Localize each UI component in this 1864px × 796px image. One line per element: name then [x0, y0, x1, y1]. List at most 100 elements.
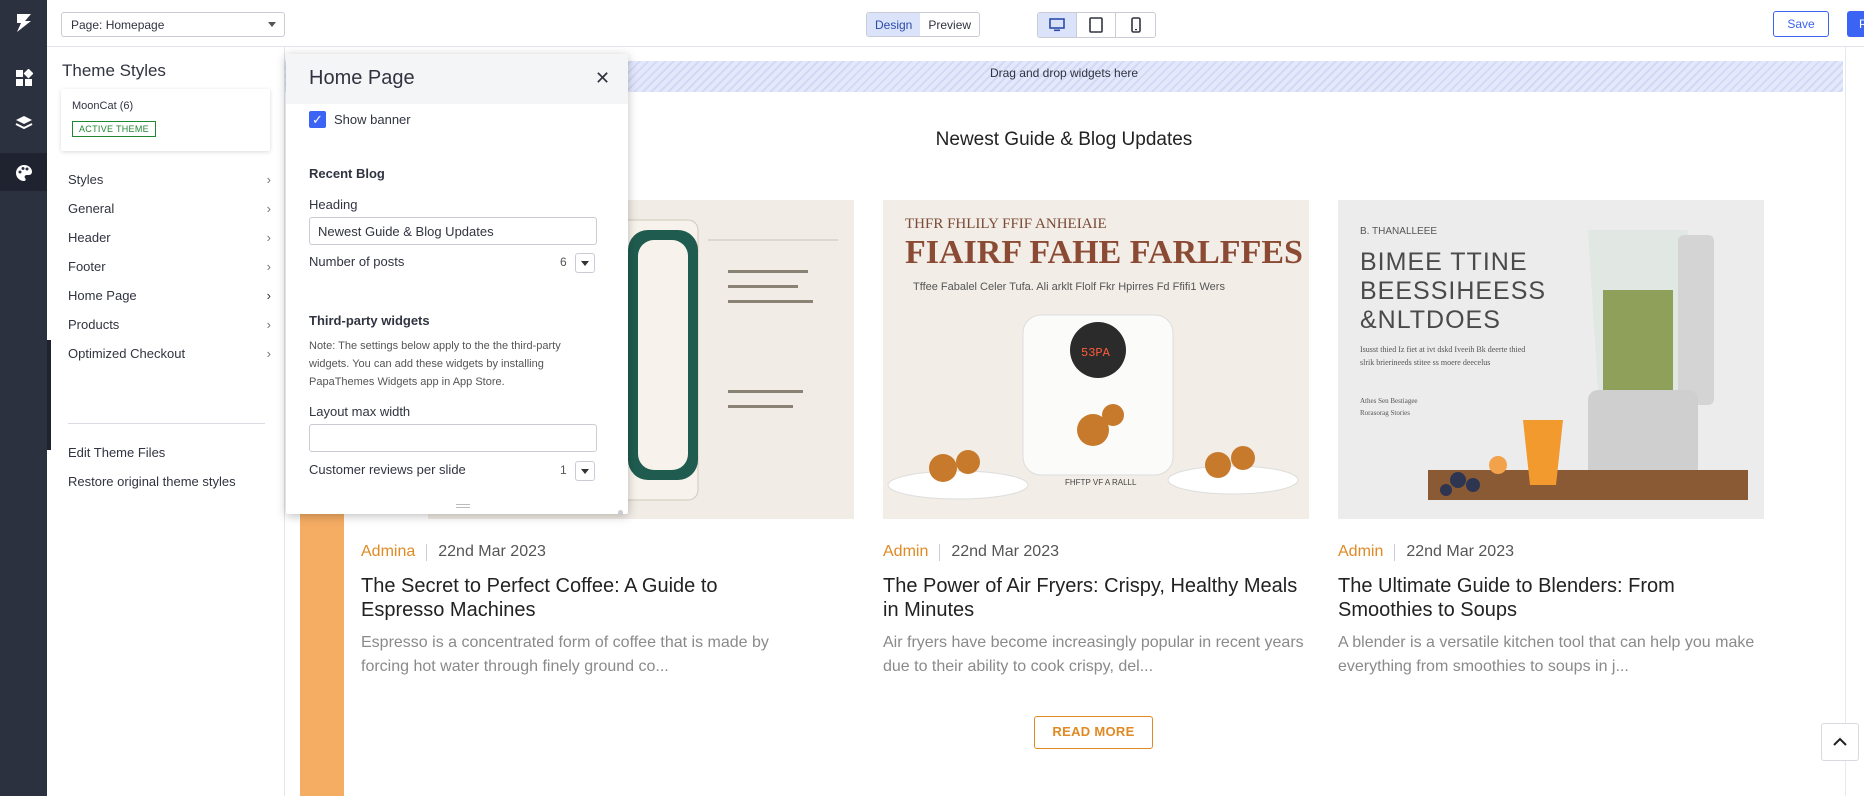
sidebar-nav: Styles › General › Header › Footer › Home Pa… — [47, 165, 285, 368]
sidebar-item-label: Home Page — [68, 288, 137, 303]
sidebar-item-label: Footer — [68, 259, 106, 274]
post-author[interactable]: Admin — [1338, 543, 1383, 561]
sidebar-item-optimized-checkout[interactable]: Optimized Checkout › — [47, 339, 285, 368]
customer-reviews-dropdown[interactable] — [575, 461, 595, 481]
close-icon[interactable]: ✕ — [595, 68, 610, 89]
number-of-posts-label: Number of posts — [309, 254, 405, 269]
top-toolbar: Page: Homepage Design Preview Save Pu — [47, 0, 1864, 47]
device-toggle — [1037, 12, 1156, 38]
post-excerpt: A blender is a versatile kitchen tool th… — [1338, 634, 1755, 675]
design-tab[interactable]: Design — [867, 13, 921, 36]
sidebar-item-label: Optimized Checkout — [68, 346, 186, 361]
chevron-right-icon: › — [266, 346, 271, 361]
app-rail — [0, 0, 47, 796]
chevron-right-icon: › — [266, 230, 271, 245]
theme-name: MoonCat (6) — [72, 100, 134, 112]
blog-card-air-fryer[interactable]: THFR FHLILY FFIF ANHEIAIE FIAIRF FAHE FA… — [883, 200, 1309, 519]
post-date: 22nd Mar 2023 — [1406, 543, 1514, 560]
third-party-note: Note: The settings below apply to the th… — [309, 340, 561, 388]
bigcommerce-logo-icon[interactable] — [11, 10, 36, 35]
tablet-icon[interactable] — [1077, 13, 1116, 37]
canvas-scrollbar[interactable] — [1845, 47, 1864, 796]
mode-toggle: Design Preview — [866, 12, 981, 37]
sidebar-item-home-page[interactable]: Home Page › — [47, 281, 285, 310]
widgets-icon[interactable] — [11, 65, 36, 90]
chevron-right-icon: › — [266, 259, 271, 274]
sidebar-item-header[interactable]: Header › — [47, 223, 285, 252]
sidebar-edge-strip — [47, 340, 51, 450]
sidebar-item-label: General — [68, 201, 115, 216]
blender-foot2: Rorasorag Stories — [1360, 409, 1410, 417]
page-select-value: Page: Homepage — [71, 18, 165, 32]
air-fryer-caption: FHFTP VF A RALLL — [1065, 478, 1137, 487]
preview-tab[interactable]: Preview — [920, 13, 979, 36]
publish-button[interactable]: Pu — [1847, 11, 1864, 37]
third-party-widgets-heading: Third-party widgets — [309, 313, 430, 328]
chevron-right-icon: › — [266, 317, 271, 332]
customer-reviews-label: Customer reviews per slide — [309, 462, 466, 477]
post-excerpt: Air fryers have become increasingly popu… — [883, 634, 1304, 675]
save-button[interactable]: Save — [1773, 11, 1829, 37]
air-fryer-image[interactable]: THFR FHLILY FFIF ANHEIAIE FIAIRF FAHE FA… — [883, 200, 1309, 519]
post-meta: Admina 22nd Mar 2023 — [361, 543, 546, 561]
heading-input[interactable]: Newest Guide & Blog Updates — [309, 217, 597, 245]
post-title[interactable]: The Secret to Perfect Coffee: A Guide to… — [361, 574, 791, 622]
sidebar-item-label: Products — [68, 317, 120, 332]
back-to-top-button[interactable] — [1821, 723, 1859, 761]
show-banner-checkbox[interactable]: ✓ — [309, 111, 326, 128]
panel-title: Home Page — [309, 67, 415, 89]
chevron-down-icon — [268, 22, 276, 27]
layout-max-width-label: Layout max width — [309, 404, 411, 419]
sidebar-item-general[interactable]: General › — [47, 194, 285, 223]
blender-image[interactable]: B. THANALLEEE BIMEE TTINE BEESSIHEESS &N… — [1338, 200, 1764, 519]
post-title[interactable]: The Power of Air Fryers: Crispy, Healthy… — [883, 574, 1313, 622]
sidebar-item-styles[interactable]: Styles › — [47, 165, 285, 194]
show-banner-label: Show banner — [334, 112, 411, 127]
air-fryer-subline: Tffee Fabalel Celer Tufa. Ali arklt Flol… — [913, 281, 1225, 293]
panel-scrollbar[interactable] — [618, 114, 623, 514]
heading-field-label: Heading — [309, 197, 358, 212]
theme-styles-sidebar: Theme Styles MoonCat (6) ACTIVE THEME St… — [47, 47, 285, 796]
chevron-right-icon: › — [266, 172, 271, 187]
post-author[interactable]: Admin — [883, 543, 928, 561]
air-fryer-display: 53PA — [1081, 346, 1111, 360]
sidebar-item-products[interactable]: Products › — [47, 310, 285, 339]
chevron-right-icon: › — [266, 201, 271, 216]
post-meta: Admin 22nd Mar 2023 — [883, 543, 1059, 561]
layers-icon[interactable] — [11, 110, 36, 135]
sidebar-title: Theme Styles — [62, 61, 166, 80]
customer-reviews-value[interactable]: 1 — [560, 463, 567, 477]
sidebar-item-footer[interactable]: Footer › — [47, 252, 285, 281]
sidebar-item-label: Header — [68, 230, 111, 245]
chevron-down-icon — [581, 260, 589, 266]
meta-divider — [426, 543, 428, 561]
post-date: 22nd Mar 2023 — [438, 543, 546, 560]
sidebar-divider — [68, 423, 265, 424]
restore-theme-styles-link[interactable]: Restore original theme styles — [68, 474, 236, 489]
read-more-button[interactable]: READ MORE — [1034, 716, 1153, 749]
post-meta: Admin 22nd Mar 2023 — [1338, 543, 1514, 561]
mobile-icon[interactable] — [1116, 13, 1155, 37]
meta-divider — [939, 543, 941, 561]
post-title[interactable]: The Ultimate Guide to Blenders: From Smo… — [1338, 574, 1768, 622]
panel-scroll-thumb[interactable] — [618, 510, 623, 514]
blender-headline: BIMEE TTINE BEESSIHEESS &NLTDOES — [1360, 248, 1547, 334]
blog-card-blender[interactable]: B. THANALLEEE BIMEE TTINE BEESSIHEESS &N… — [1338, 200, 1764, 519]
air-fryer-kicker: THFR FHLILY FFIF ANHEIAIE — [905, 216, 1107, 232]
layout-max-width-input[interactable] — [309, 424, 597, 452]
number-of-posts-dropdown[interactable] — [575, 253, 595, 273]
panel-header: Home Page — [286, 54, 628, 104]
active-theme-badge: ACTIVE THEME — [72, 121, 156, 137]
edit-theme-files-link[interactable]: Edit Theme Files — [68, 445, 165, 460]
meta-divider — [1394, 543, 1396, 561]
palette-icon[interactable] — [11, 160, 36, 185]
post-author[interactable]: Admina — [361, 543, 415, 561]
page-select[interactable]: Page: Homepage — [61, 12, 285, 37]
active-theme-card: MoonCat (6) ACTIVE THEME — [61, 89, 270, 151]
home-page-settings-panel: Home Page ✕ ✓ Show banner Recent Blog He… — [286, 54, 628, 514]
blender-body: Isusst thied Iz fiet at ivt dskd Iveeih … — [1360, 345, 1526, 367]
resize-handle[interactable] — [456, 504, 470, 508]
chevron-down-icon — [581, 468, 589, 474]
number-of-posts-value[interactable]: 6 — [560, 255, 567, 269]
desktop-icon[interactable] — [1038, 13, 1077, 37]
